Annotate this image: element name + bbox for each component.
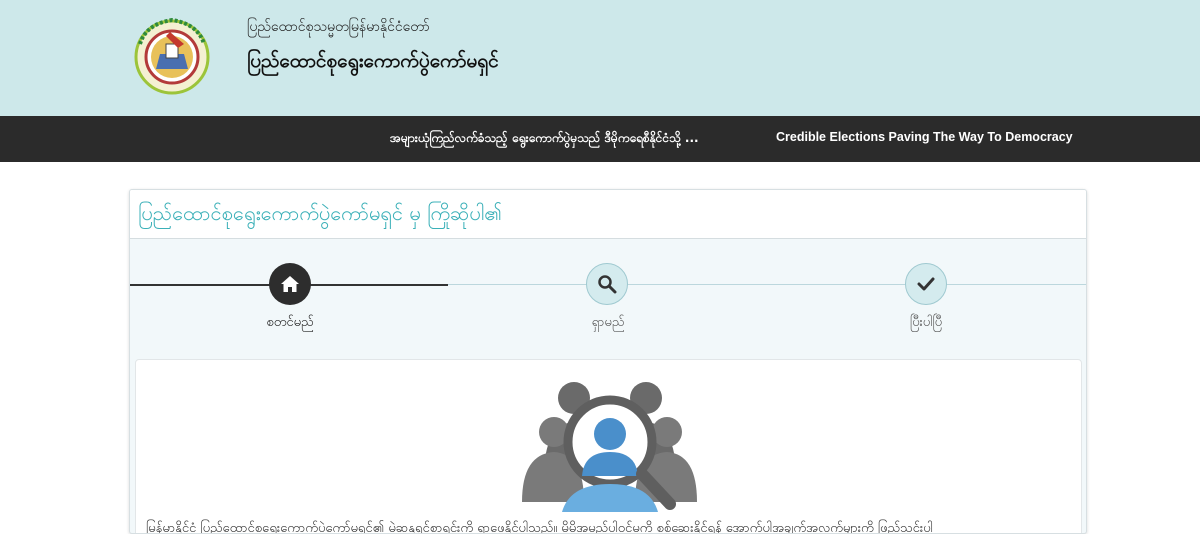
content-card: မြန်မာနိုင်ငံ ပြည်ထောင်စုရွေးကောက်ပွဲကော… xyxy=(135,359,1082,534)
voter-search-magnifier-icon xyxy=(522,382,697,512)
progress-line-pending xyxy=(448,284,1086,285)
election-commission-seal-icon[interactable] xyxy=(126,14,218,96)
top-navbar: အများယုံကြည်လက်ခံသည့် ရွေးကောက်ပွဲမှသည် … xyxy=(0,116,1200,162)
step-search[interactable] xyxy=(586,263,628,305)
welcome-panel: ပြည်ထောင်စုရွေးကောက်ပွဲကော်မရှင် မှ ကြို… xyxy=(129,189,1087,534)
check-icon xyxy=(917,277,935,291)
panel-title: ပြည်ထောင်စုရွေးကောက်ပွဲကော်မရှင် မှ ကြို… xyxy=(138,201,503,225)
step-start-label: စတင်မည် xyxy=(266,315,314,330)
nav-slogan-english[interactable]: Credible Elections Paving The Way To Dem… xyxy=(776,130,1073,144)
intro-text: မြန်မာနိုင်ငံ ပြည်ထောင်စုရွေးကောက်ပွဲကော… xyxy=(146,521,933,534)
step-done[interactable] xyxy=(905,263,947,305)
step-start[interactable] xyxy=(269,263,311,305)
step-search-label: ရှာမည် xyxy=(591,315,625,330)
country-name: ပြည်ထောင်စုသမ္မတမြန်မာနိုင်ငံတော် xyxy=(247,19,430,35)
home-icon xyxy=(281,276,299,292)
search-icon xyxy=(598,275,617,294)
site-title[interactable]: ပြည်ထောင်စုရွေးကောက်ပွဲကော်မရှင် xyxy=(247,49,499,77)
step-done-label: ပြီးပါပြီ xyxy=(909,315,943,330)
nav-slogan-myanmar[interactable]: အများယုံကြည်လက်ခံသည့် ရွေးကောက်ပွဲမှသည် … xyxy=(390,130,699,148)
panel-header: ပြည်ထောင်စုရွေးကောက်ပွဲကော်မရှင် မှ ကြို… xyxy=(130,190,1086,239)
site-header: ပြည်ထောင်စုသမ္မတမြန်မာနိုင်ငံတော် ပြည်ထေ… xyxy=(0,0,1200,116)
